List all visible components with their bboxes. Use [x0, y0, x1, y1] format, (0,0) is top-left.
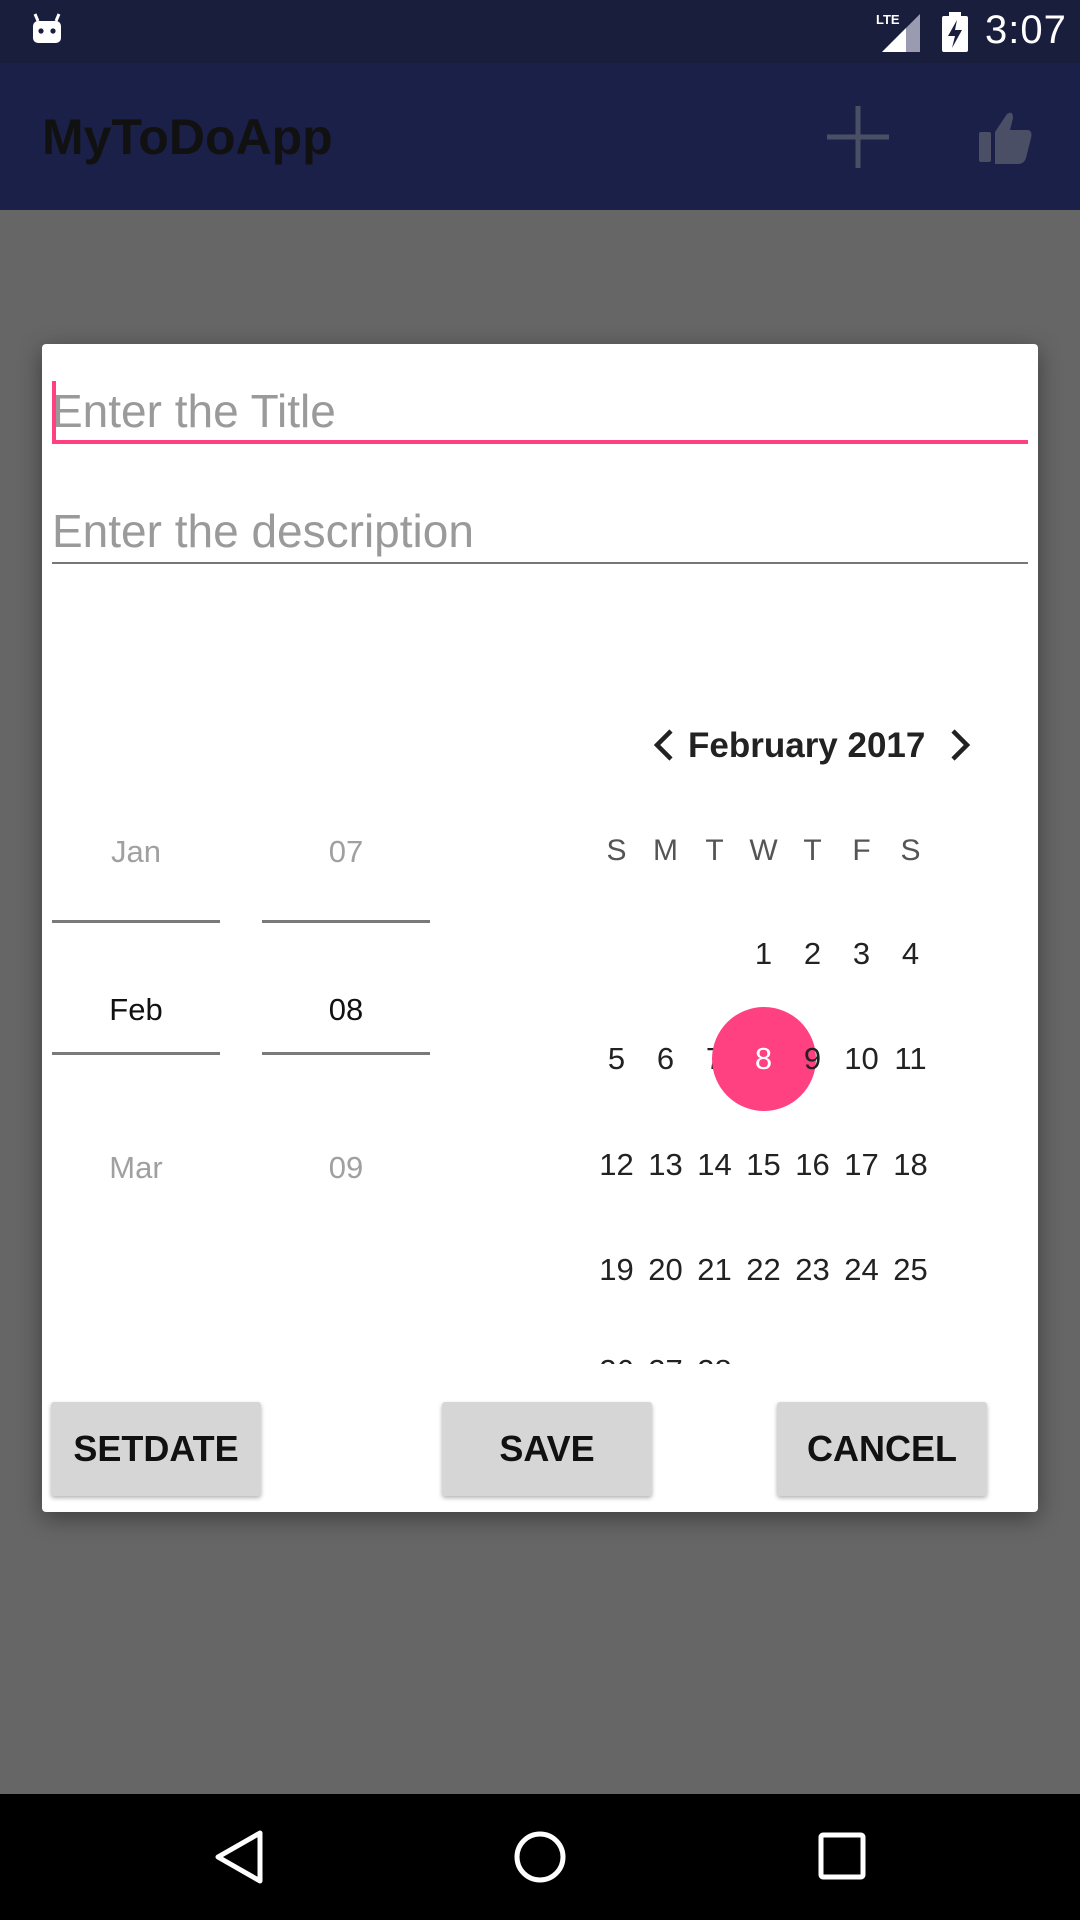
chevron-left-icon[interactable]: [652, 728, 676, 762]
calendar-day[interactable]: 23: [788, 1252, 837, 1288]
calendar-day[interactable]: 9: [788, 1041, 837, 1077]
calendar-day[interactable]: 11: [886, 1041, 935, 1077]
month-next[interactable]: Mar: [52, 1150, 220, 1186]
weekday-label: M: [653, 834, 678, 867]
day-prev[interactable]: 07: [262, 834, 430, 870]
calendar-day[interactable]: 25: [886, 1252, 935, 1288]
weekday-label: T: [803, 834, 822, 867]
recents-icon[interactable]: [816, 1830, 872, 1886]
calendar-day[interactable]: 21: [690, 1252, 739, 1288]
calendar-view: February 2017 SMTWTFS 123456789101112131…: [592, 714, 992, 1364]
description-input-placeholder: Enter the description: [52, 505, 474, 557]
lte-signal-icon: LTE: [876, 12, 920, 52]
description-input-underline: [52, 562, 1028, 564]
calendar-day[interactable]: 2: [788, 936, 837, 972]
day-spinner[interactable]: 07 08 09: [262, 814, 430, 1254]
month-current[interactable]: Feb: [52, 992, 220, 1028]
calendar-day[interactable]: 10: [837, 1041, 886, 1077]
title-input-underline: [52, 440, 1028, 444]
save-button[interactable]: SAVE: [442, 1402, 652, 1496]
description-input[interactable]: Enter the description: [52, 484, 1028, 564]
app-title: MyToDoApp: [42, 109, 333, 165]
calendar-day[interactable]: 24: [837, 1252, 886, 1288]
chevron-right-icon[interactable]: [948, 728, 972, 762]
home-icon[interactable]: [510, 1827, 570, 1887]
month-divider-bottom: [52, 1052, 220, 1055]
add-task-dialog: Enter the Title Enter the description Ja…: [42, 344, 1038, 1512]
day-divider-top: [262, 920, 430, 923]
thumbs-up-icon[interactable]: [975, 108, 1035, 168]
calendar-day[interactable]: 4: [886, 936, 935, 972]
day-next[interactable]: 09: [262, 1150, 430, 1186]
app-bar: MyToDoApp: [0, 63, 1080, 210]
calendar-day[interactable]: 26: [592, 1353, 641, 1364]
calendar-header: February 2017: [592, 714, 992, 774]
system-nav-bar: [0, 1794, 1080, 1920]
month-spinner[interactable]: Jan Feb Mar: [52, 814, 220, 1254]
svg-text:LTE: LTE: [876, 12, 900, 27]
day-current[interactable]: 08: [262, 992, 430, 1028]
weekday-label: T: [705, 834, 724, 867]
android-notification-icon: [33, 13, 61, 43]
calendar-day[interactable]: 27: [641, 1353, 690, 1364]
battery-charging-icon: [942, 12, 968, 52]
calendar-day[interactable]: 16: [788, 1147, 837, 1183]
month-divider-top: [52, 920, 220, 923]
weekday-label: S: [900, 834, 921, 867]
cancel-button[interactable]: CANCEL: [777, 1402, 987, 1496]
add-icon[interactable]: [823, 102, 893, 172]
calendar-day[interactable]: 6: [641, 1041, 690, 1077]
calendar-day[interactable]: 20: [641, 1252, 690, 1288]
weekday-label: F: [852, 834, 871, 867]
day-divider-bottom: [262, 1052, 430, 1055]
calendar-day[interactable]: 15: [739, 1147, 788, 1183]
calendar-day[interactable]: 17: [837, 1147, 886, 1183]
title-input-placeholder: Enter the Title: [52, 385, 336, 437]
calendar-day[interactable]: 5: [592, 1041, 641, 1077]
weekday-label: S: [606, 834, 627, 867]
calendar-day[interactable]: 3: [837, 936, 886, 972]
status-bar: LTE 3:07: [0, 0, 1080, 63]
calendar-day[interactable]: 13: [641, 1147, 690, 1183]
calendar-day[interactable]: 18: [886, 1147, 935, 1183]
weekday-label: W: [749, 834, 778, 867]
calendar-day[interactable]: 28: [690, 1353, 739, 1364]
calendar-day[interactable]: 1: [739, 936, 788, 972]
back-icon[interactable]: [210, 1827, 270, 1887]
month-prev[interactable]: Jan: [52, 834, 220, 870]
title-input[interactable]: Enter the Title: [52, 364, 1028, 444]
weekday-header: SMTWTFS: [592, 834, 992, 874]
setdate-button[interactable]: SETDATE: [51, 1402, 261, 1496]
selected-day[interactable]: 8: [739, 1041, 788, 1077]
text-cursor: [52, 381, 56, 441]
status-clock: 3:07: [985, 8, 1067, 52]
calendar-day[interactable]: 14: [690, 1147, 739, 1183]
calendar-day[interactable]: 22: [739, 1252, 788, 1288]
calendar-day[interactable]: 19: [592, 1252, 641, 1288]
calendar-day[interactable]: 12: [592, 1147, 641, 1183]
calendar-month-label: February 2017: [688, 726, 926, 765]
